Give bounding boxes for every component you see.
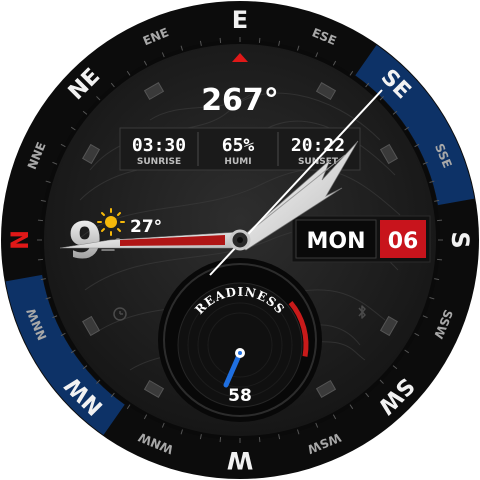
info-strip: 03:30 SUNRISE 65% HUMI 20:22 SUNSET — [119, 127, 361, 171]
bezel-label-s: S — [446, 231, 474, 248]
bezel-label-n: N — [6, 230, 34, 250]
readiness-value: 58 — [228, 386, 252, 406]
heading-value: 267° — [201, 83, 279, 118]
sunrise-value: 03:30 — [132, 135, 186, 156]
date-box: MON 06 — [291, 215, 431, 263]
humidity-label: HUMI — [224, 157, 251, 167]
sun-icon — [97, 208, 125, 236]
temperature-value: 27° — [130, 217, 162, 237]
date-number: 06 — [388, 229, 419, 254]
bezel-label-w: W — [227, 446, 253, 474]
hour-nine: 9 — [68, 212, 103, 270]
humidity-value: 65% — [222, 135, 255, 156]
bezel-label-e: E — [232, 6, 248, 34]
day-of-week: MON — [306, 229, 365, 254]
watch-face: ESESSWWNWNNEESESSESSWWSWWNWNNWNNEENE 267… — [1, 1, 479, 479]
readiness-subdial: READINESS 58 — [158, 258, 322, 422]
sunrise-label: SUNRISE — [137, 157, 181, 167]
